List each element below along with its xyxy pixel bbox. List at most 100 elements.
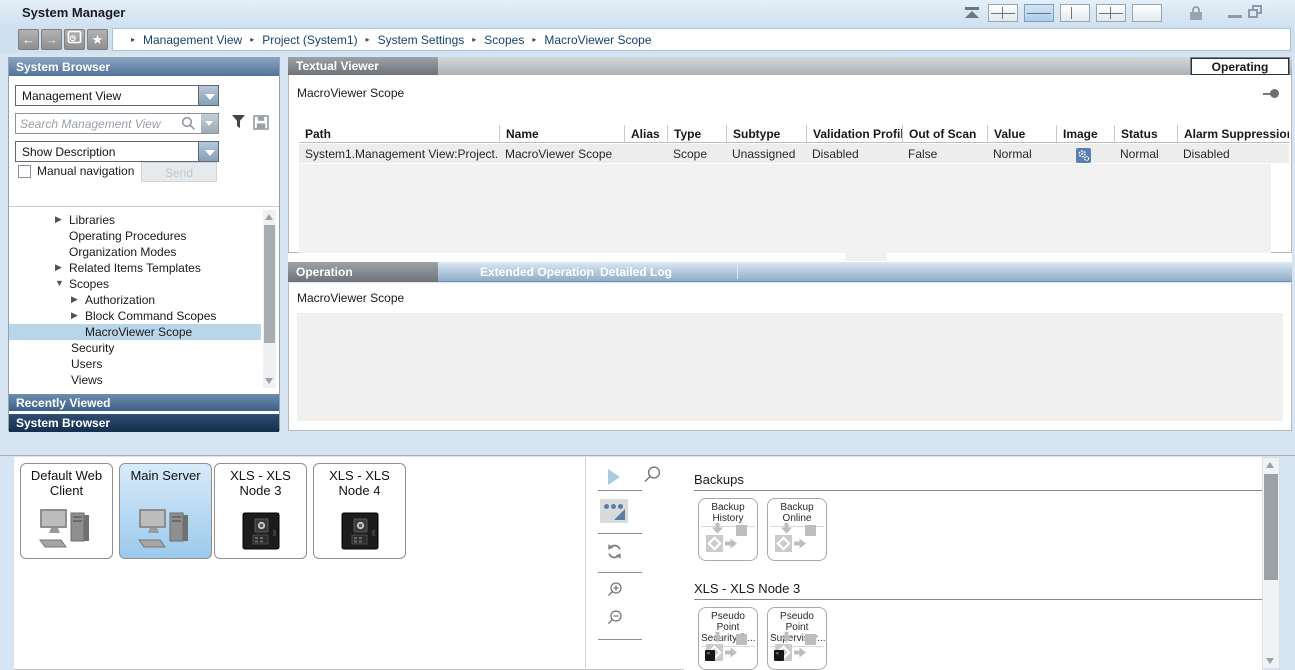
view-selector[interactable]: Management View [15,85,219,106]
table-row[interactable]: System1.Management View:Project.S... Mac… [299,144,1289,163]
section-title-xls-node-3: XLS - XLS Node 3 [694,581,800,596]
breadcrumb-item[interactable]: System Settings [378,33,465,47]
tab-textual-viewer[interactable]: Textual Viewer [288,57,438,75]
search-icon[interactable] [181,116,196,136]
column-image[interactable]: Image [1056,125,1114,142]
search-icon[interactable] [642,465,662,490]
tree-item-macroviewer-scope[interactable]: MacroViewer Scope [9,324,261,340]
tab-separator [737,264,738,279]
column-path[interactable]: Path [299,125,499,142]
refresh-icon[interactable] [606,543,623,565]
system-browser-bar[interactable]: System Browser [9,413,279,432]
layout-quad-button[interactable] [988,4,1018,22]
tab-detailed-log[interactable]: Detailed Log [600,265,672,279]
search-input[interactable] [16,114,176,133]
manual-navigation-label: Manual navigation [37,164,134,178]
chevron-down-icon[interactable] [198,141,219,162]
tree-item-operating-procedures[interactable]: Operating Procedures [9,228,261,244]
layout-split-button[interactable] [1096,4,1126,22]
layout-left-right-button[interactable] [1060,4,1090,22]
macro-mode-icon[interactable] [600,499,628,523]
tree-item-security[interactable]: Security [9,340,261,356]
restore-button[interactable] [1248,5,1263,19]
tab-extended-operation[interactable]: Extended Operation [480,265,594,279]
breadcrumb-separator-icon: ▸ [250,35,254,44]
tree-item-libraries[interactable]: ▶ Libraries [9,212,261,228]
filter-icon[interactable] [231,115,246,134]
panel-splitter[interactable] [288,253,1292,262]
layout-top-bottom-button[interactable] [1024,4,1054,22]
expand-icon[interactable]: ▶ [55,214,62,225]
tree-item-scopes[interactable]: ▼ Scopes [9,276,261,292]
gears-icon[interactable] [1076,148,1091,163]
tab-operation[interactable]: Operation [288,262,438,282]
expand-icon[interactable]: ▶ [55,262,62,273]
breadcrumb-item[interactable]: Management View [143,33,242,47]
history-button[interactable] [64,29,85,50]
send-button[interactable]: Send [141,162,217,182]
zoom-out-icon[interactable] [606,609,624,632]
device-tile-default-web-client[interactable]: Default Web Client [20,463,113,559]
pin-icon[interactable] [1263,89,1279,98]
tree-item-block-command-scopes[interactable]: ▶ Block Command Scopes [9,308,261,324]
chevron-down-icon[interactable] [198,85,219,106]
scroll-up-icon[interactable] [265,214,273,220]
breadcrumb[interactable]: ▸ Management View ▸ Project (System1) ▸ … [112,28,1291,51]
macro-tile-backup-online[interactable]: Backup Online [767,498,827,561]
device-tile-main-server[interactable]: Main Server [119,463,212,559]
search-options-chevron-icon[interactable] [201,114,218,133]
macro-tile-pseudo-point-supervisor[interactable]: Pseudo Point Supervisor... [767,607,827,670]
breadcrumb-separator-icon: ▸ [366,35,370,44]
tree-item-related-items-templates[interactable]: ▶ Related Items Templates [9,260,261,276]
macro-scrollbar[interactable] [1262,457,1280,669]
zoom-in-icon[interactable] [606,581,624,604]
tree-item-organization-modes[interactable]: Organization Modes [9,244,261,260]
column-value[interactable]: Value [987,125,1056,142]
column-type[interactable]: Type [667,125,726,142]
splitter-grip[interactable] [845,253,887,261]
favorites-button[interactable]: ★ [87,29,108,50]
device-tile-xls-node-4[interactable]: XLS - XLS Node 4 [313,463,406,559]
macro-tile-pseudo-point-security[interactable]: Pseudo Point Security@... [698,607,758,670]
expand-icon[interactable]: ▶ [71,294,78,305]
column-subtype[interactable]: Subtype [726,125,806,142]
tree-item-authorization[interactable]: ▶ Authorization [9,292,261,308]
macro-tile-backup-history[interactable]: Backup History [698,498,758,561]
save-icon[interactable] [253,115,269,135]
breadcrumb-item[interactable]: MacroViewer Scope [544,33,651,47]
scroll-down-icon[interactable] [1266,658,1274,664]
tree-scrollbar[interactable] [263,210,276,388]
tree-item-views[interactable]: Views [9,372,261,388]
device-tile-xls-node-3[interactable]: XLS - XLS Node 3 [214,463,307,559]
breadcrumb-item[interactable]: Project (System1) [262,33,357,47]
column-alarm-suppression[interactable]: Alarm Suppression [1177,125,1289,142]
minimize-button[interactable] [1228,15,1242,18]
scroll-up-icon[interactable] [1266,462,1274,468]
column-alias[interactable]: Alias [624,125,667,142]
lock-icon[interactable] [1190,6,1202,20]
back-button[interactable]: ← [18,29,39,50]
operating-mode-button[interactable]: Operating [1191,58,1289,75]
forward-button[interactable]: → [41,29,62,50]
scrollbar-thumb[interactable] [264,225,275,343]
column-name[interactable]: Name [499,125,624,142]
expand-icon[interactable]: ▶ [71,310,78,321]
cell-type: Scope [667,144,726,163]
layout-single-button[interactable] [1132,4,1162,22]
description-selector[interactable]: Show Description [15,141,219,162]
tree-item-users[interactable]: Users [9,356,261,372]
scrollbar-thumb[interactable] [1264,474,1278,580]
column-validation-profile[interactable]: Validation Profile [806,125,902,142]
collapse-panel-icon[interactable] [964,7,980,19]
section-divider [694,599,1280,600]
manual-navigation-checkbox[interactable] [18,165,31,178]
scroll-down-icon[interactable] [265,378,273,384]
play-icon[interactable] [608,469,620,485]
collapse-icon[interactable]: ▼ [55,278,64,288]
breadcrumb-separator-icon: ▸ [532,35,536,44]
breadcrumb-item[interactable]: Scopes [484,33,524,47]
column-status[interactable]: Status [1114,125,1177,142]
column-out-of-scan[interactable]: Out of Scan [902,125,987,142]
recently-viewed-bar[interactable]: Recently Viewed [9,393,279,411]
search-box [15,113,219,134]
